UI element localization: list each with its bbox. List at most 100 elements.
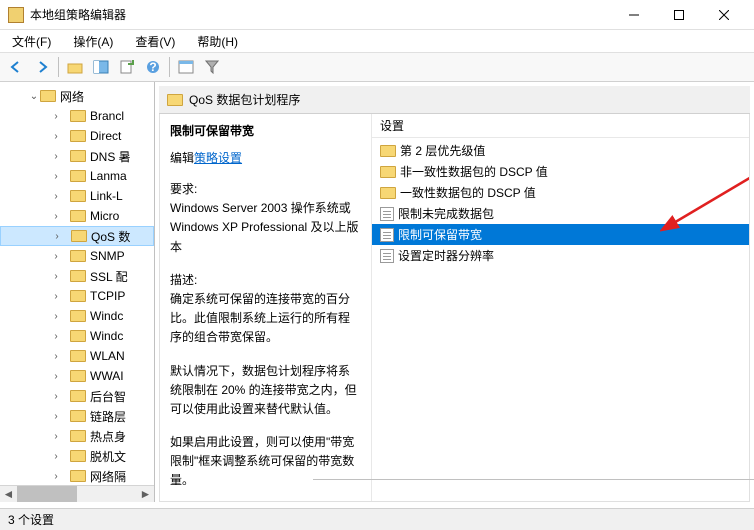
back-button[interactable]	[4, 55, 28, 79]
caret-right-icon[interactable]: ›	[50, 451, 62, 462]
tree-pane: ⌄网络›Brancl›Direct›DNS 暑›Lanma›Link-L›Mic…	[0, 82, 155, 502]
svg-text:?: ?	[149, 60, 156, 74]
caret-right-icon[interactable]: ›	[50, 431, 62, 442]
folder-icon	[70, 350, 86, 362]
tree-item-label: Micro	[90, 209, 119, 223]
menu-file[interactable]: 文件(F)	[8, 31, 55, 52]
tree-item[interactable]: › Lanma	[0, 166, 154, 186]
tree-item-label: 脱机文	[90, 448, 126, 465]
edit-policy-link[interactable]: 策略设置	[194, 151, 242, 165]
caret-right-icon[interactable]: ›	[50, 191, 62, 202]
folder-icon	[70, 430, 86, 442]
folder-icon	[167, 94, 183, 106]
tree-item[interactable]: ›热点身	[0, 426, 154, 446]
setting-label: 设置定时器分辨率	[398, 247, 494, 264]
main-header-title: QoS 数据包计划程序	[189, 91, 300, 108]
tree-item-label: Windc	[90, 309, 123, 323]
tree-item[interactable]: ›后台智	[0, 386, 154, 406]
setting-label: 限制未完成数据包	[398, 205, 494, 222]
folder-icon	[70, 410, 86, 422]
scroll-right-icon[interactable]: ►	[137, 486, 154, 502]
folder-icon	[40, 90, 56, 102]
tree-item[interactable]: ›网络隔	[0, 466, 154, 486]
folder-icon	[70, 170, 86, 182]
caret-right-icon[interactable]: ›	[51, 231, 63, 242]
folder-icon	[70, 330, 86, 342]
tree-item[interactable]: ›Link-L	[0, 186, 154, 206]
help-button[interactable]: ?	[141, 55, 165, 79]
tree-item[interactable]: ›Direct	[0, 126, 154, 146]
window-title: 本地组策略编辑器	[30, 6, 611, 23]
menu-help[interactable]: 帮助(H)	[193, 31, 242, 52]
tree-item[interactable]: ›WLAN	[0, 346, 154, 366]
setting-item[interactable]: 设置定时器分辨率	[372, 245, 749, 266]
filter-button[interactable]	[200, 55, 224, 79]
minimize-button[interactable]	[611, 1, 656, 29]
show-hide-button[interactable]	[89, 55, 113, 79]
folder-icon	[70, 370, 86, 382]
caret-right-icon[interactable]: ›	[50, 311, 62, 322]
setting-item[interactable]: 第 2 层优先级值	[372, 140, 749, 161]
close-button[interactable]	[701, 1, 746, 29]
caret-right-icon[interactable]: ›	[50, 391, 62, 402]
scroll-left-icon[interactable]: ◄	[0, 486, 17, 502]
caret-right-icon[interactable]: ›	[50, 151, 62, 162]
tree-item[interactable]: › Windc	[0, 306, 154, 326]
settings-header[interactable]: 设置	[372, 114, 749, 138]
forward-button[interactable]	[30, 55, 54, 79]
tree-item[interactable]: ›QoS 数	[0, 226, 154, 246]
caret-right-icon[interactable]: ›	[50, 291, 62, 302]
setting-item[interactable]: 一致性数据包的 DSCP 值	[372, 182, 749, 203]
folder-icon	[70, 250, 86, 262]
caret-right-icon[interactable]: ›	[50, 111, 62, 122]
caret-down-icon[interactable]: ⌄	[28, 91, 40, 102]
tree-item[interactable]: ›TCPIP	[0, 286, 154, 306]
edit-label: 编辑	[170, 151, 194, 165]
folder-icon	[70, 310, 86, 322]
tree-root-network[interactable]: ⌄网络	[0, 86, 154, 106]
caret-right-icon[interactable]: ›	[50, 351, 62, 362]
caret-right-icon[interactable]: ›	[50, 171, 62, 182]
caret-right-icon[interactable]: ›	[50, 271, 62, 282]
properties-button[interactable]	[174, 55, 198, 79]
caret-right-icon[interactable]: ›	[50, 411, 62, 422]
setting-item[interactable]: 限制可保留带宽	[372, 224, 749, 245]
scroll-thumb[interactable]	[17, 486, 77, 502]
tree-item[interactable]: › WWAI	[0, 366, 154, 386]
folder-icon	[70, 130, 86, 142]
tree-item-label: Brancl	[90, 109, 124, 123]
tree-item[interactable]: › Micro	[0, 206, 154, 226]
caret-right-icon[interactable]: ›	[50, 131, 62, 142]
tree-item[interactable]: ›链路层	[0, 406, 154, 426]
caret-right-icon[interactable]: ›	[50, 371, 62, 382]
tree-item[interactable]: ›SNMP	[0, 246, 154, 266]
caret-right-icon[interactable]: ›	[50, 331, 62, 342]
tree-item[interactable]: › 脱机文	[0, 446, 154, 466]
caret-right-icon[interactable]: ›	[50, 471, 62, 482]
menu-view[interactable]: 查看(V)	[131, 31, 179, 52]
description-text-2: 默认情况下，数据包计划程序将系统限制在 20% 的连接带宽之内，但可以使用此设置…	[170, 362, 361, 420]
folder-icon	[70, 270, 86, 282]
tree-item[interactable]: › Brancl	[0, 106, 154, 126]
tree-item-label: WWAI	[90, 369, 124, 383]
tree-item-label: Lanma	[90, 169, 127, 183]
setting-item[interactable]: 非一致性数据包的 DSCP 值	[372, 161, 749, 182]
export-button[interactable]	[115, 55, 139, 79]
tree-item[interactable]: ›SSL 配	[0, 266, 154, 286]
folder-icon	[70, 110, 86, 122]
tree-horizontal-scrollbar[interactable]: ◄ ►	[0, 485, 154, 502]
tree-item[interactable]: ›DNS 暑	[0, 146, 154, 166]
menu-action[interactable]: 操作(A)	[69, 31, 117, 52]
content-area: ⌄网络›Brancl›Direct›DNS 暑›Lanma›Link-L›Mic…	[0, 82, 754, 502]
folder-icon	[380, 187, 396, 199]
description-column: 限制可保留带宽 编辑策略设置 要求: Windows Server 2003 操…	[160, 114, 372, 501]
maximize-button[interactable]	[656, 1, 701, 29]
setting-label: 第 2 层优先级值	[400, 142, 485, 159]
tree-item[interactable]: ›Windc	[0, 326, 154, 346]
setting-item[interactable]: 限制未完成数据包	[372, 203, 749, 224]
caret-right-icon[interactable]: ›	[50, 211, 62, 222]
caret-right-icon[interactable]: ›	[50, 251, 62, 262]
up-button[interactable]	[63, 55, 87, 79]
setting-label: 一致性数据包的 DSCP 值	[400, 184, 536, 201]
app-icon	[8, 7, 24, 23]
